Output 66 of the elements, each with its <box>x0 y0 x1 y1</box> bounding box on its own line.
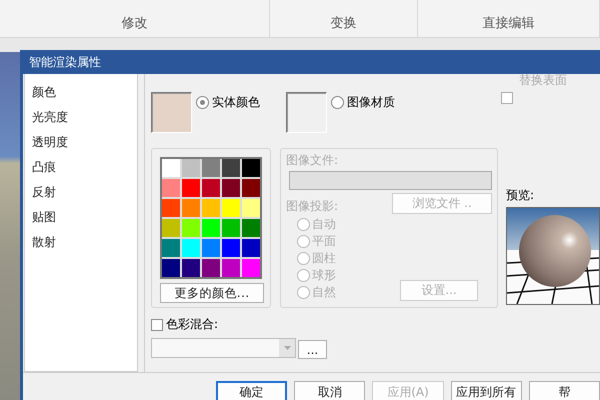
radio-button[interactable] <box>331 96 344 109</box>
blend-dropdown[interactable] <box>151 338 296 358</box>
category-item[interactable]: 贴图 <box>25 205 137 230</box>
color-swatch[interactable] <box>162 259 180 277</box>
more-colors-button[interactable]: 更多的颜色... <box>160 283 264 303</box>
color-swatch[interactable] <box>242 159 260 177</box>
color-swatch[interactable] <box>242 179 260 197</box>
color-swatch[interactable] <box>162 159 180 177</box>
preview-label: 预览: <box>506 187 536 203</box>
color-swatch[interactable] <box>162 199 180 217</box>
dialog-title: 智能渲染属性 <box>23 50 600 74</box>
color-swatch[interactable] <box>182 179 200 197</box>
radio-label: 实体颜色 <box>212 94 260 111</box>
color-swatch[interactable] <box>242 239 260 257</box>
color-swatch[interactable] <box>162 239 180 257</box>
blend-label: 色彩混合: <box>166 316 218 333</box>
replace-surface-label: 替换表面 <box>519 74 567 86</box>
color-swatch[interactable] <box>222 259 240 277</box>
category-item[interactable]: 光亮度 <box>25 105 137 130</box>
checkbox[interactable] <box>501 92 513 104</box>
dialog-button[interactable]: 确定 <box>216 381 288 400</box>
radio-label: 球形 <box>312 266 336 284</box>
ribbon-group-label: 修改 <box>122 15 148 32</box>
color-swatch[interactable] <box>182 159 200 177</box>
color-swatch[interactable] <box>222 179 240 197</box>
color-swatch[interactable] <box>182 239 200 257</box>
color-swatch[interactable] <box>242 199 260 217</box>
color-swatch[interactable] <box>242 219 260 237</box>
color-swatch[interactable] <box>222 199 240 217</box>
color-swatch[interactable] <box>222 219 240 237</box>
radio-label: 平面 <box>312 232 336 250</box>
color-swatch[interactable] <box>162 179 180 197</box>
color-swatch[interactable] <box>202 199 220 217</box>
color-swatch[interactable] <box>202 159 220 177</box>
blend-more-button[interactable]: ... <box>298 340 327 359</box>
category-item[interactable]: 透明度 <box>25 130 137 155</box>
material-swatch[interactable] <box>286 92 327 133</box>
color-swatch[interactable] <box>162 219 180 237</box>
material-swatch[interactable] <box>151 92 192 133</box>
color-swatch[interactable] <box>182 259 200 277</box>
radio-label: 图像材质 <box>347 94 395 111</box>
color-swatch[interactable] <box>202 219 220 237</box>
radio-label: 自动 <box>312 216 336 232</box>
category-item[interactable]: 散射 <box>25 230 137 255</box>
dialog-button[interactable]: 帮 <box>528 381 600 400</box>
color-swatch[interactable] <box>182 199 200 217</box>
dialog-button[interactable]: 应用到所有 <box>450 381 522 400</box>
category-item[interactable]: 颜色 <box>25 80 137 105</box>
radio-button[interactable] <box>196 96 209 109</box>
category-item[interactable]: 反射 <box>25 180 137 205</box>
radio-label: 自然 <box>312 284 336 300</box>
ribbon-group-label: 变换 <box>330 15 356 32</box>
radio-label: 圆柱 <box>312 250 336 266</box>
projection-label: 图像投影: <box>286 198 338 214</box>
ribbon-group-label: 直接编辑 <box>482 15 534 32</box>
checkbox[interactable] <box>151 318 163 330</box>
image-file-label: 图像文件: <box>286 152 340 168</box>
color-swatch[interactable] <box>202 179 220 197</box>
dialog-button[interactable]: 取消 <box>294 381 366 400</box>
color-swatch[interactable] <box>202 239 220 257</box>
color-swatch[interactable] <box>182 219 200 237</box>
category-item[interactable]: 凸痕 <box>25 155 137 180</box>
color-swatch[interactable] <box>242 259 260 277</box>
color-swatch[interactable] <box>202 259 220 277</box>
color-swatch[interactable] <box>222 159 240 177</box>
color-swatch[interactable] <box>222 239 240 257</box>
